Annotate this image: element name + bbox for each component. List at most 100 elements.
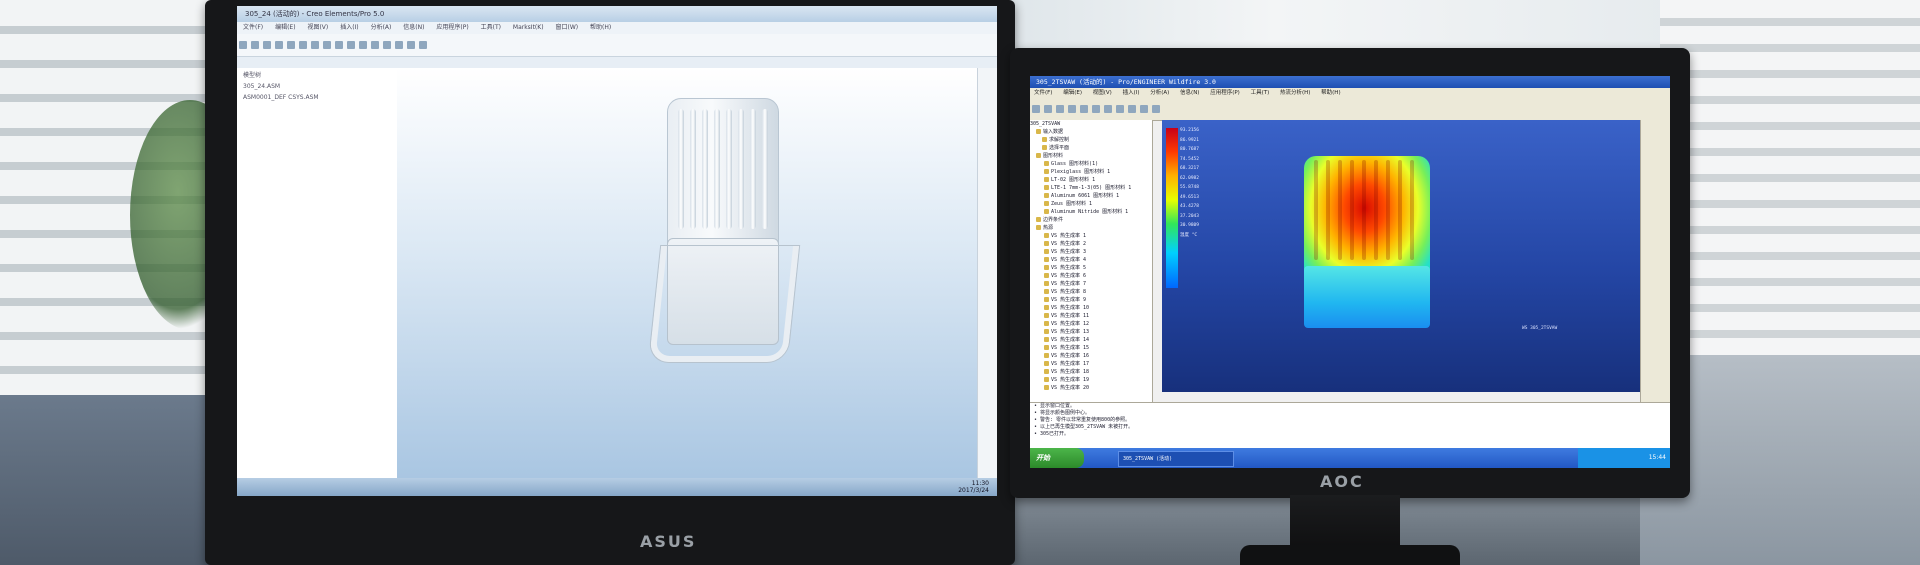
tree-item[interactable]: 选择平面 <box>1030 144 1152 152</box>
menu-info[interactable]: 信息(N) <box>403 24 424 31</box>
tree-item[interactable]: VS 热生成率 15 <box>1030 344 1152 352</box>
menu-marksit[interactable]: MarksIt(K) <box>513 24 544 31</box>
datum-plane-icon[interactable] <box>383 41 391 49</box>
creo-right-toolbar[interactable] <box>977 68 997 478</box>
orient-icon[interactable] <box>359 41 367 49</box>
redo-icon[interactable] <box>299 41 307 49</box>
animate-icon[interactable] <box>1152 105 1160 113</box>
save-icon[interactable] <box>1056 105 1064 113</box>
menu-insert[interactable]: 插入(I) <box>1123 90 1140 96</box>
refit-icon[interactable] <box>1116 105 1124 113</box>
new-icon[interactable] <box>239 41 247 49</box>
tree-item[interactable]: VS 热生成率 4 <box>1030 256 1152 264</box>
datum-axis-icon[interactable] <box>395 41 403 49</box>
print-icon[interactable] <box>1068 105 1076 113</box>
tree-item[interactable]: VS 热生成率 6 <box>1030 272 1152 280</box>
proe-right-toolbar[interactable] <box>1640 120 1670 402</box>
csys-icon[interactable] <box>419 41 427 49</box>
tree-root[interactable]: 305_2TSVAW <box>1030 120 1152 128</box>
taskbar-proe-window[interactable]: 305_2TSVAW (活动) <box>1118 451 1234 467</box>
menu-thermal-analysis[interactable]: 热流分析(H) <box>1280 90 1310 96</box>
zoom-in-icon[interactable] <box>1092 105 1100 113</box>
tree-item[interactable]: LT-02 图形材料 1 <box>1030 176 1152 184</box>
zoom-out-icon[interactable] <box>335 41 343 49</box>
tree-item[interactable]: VS 热生成率 11 <box>1030 312 1152 320</box>
tree-item[interactable]: VS 热生成率 8 <box>1030 288 1152 296</box>
taskbar-clock: 11:30 2017/3/24 <box>958 480 989 494</box>
heat-source-icon <box>1044 257 1049 262</box>
tree-item[interactable]: Aluminum Nitride 图形材料 1 <box>1030 208 1152 216</box>
tree-item[interactable]: 热源 <box>1030 224 1152 232</box>
menu-file[interactable]: 文件(F) <box>243 24 263 31</box>
tree-item[interactable]: VS 热生成率 3 <box>1030 248 1152 256</box>
menu-insert[interactable]: 插入(I) <box>340 24 358 31</box>
start-button[interactable]: 开始 <box>1030 448 1084 468</box>
regenerate-icon[interactable] <box>311 41 319 49</box>
legend-value: 49.6513 <box>1180 194 1199 200</box>
tree-item[interactable]: 边界条件 <box>1030 216 1152 224</box>
tree-item[interactable]: 图形材料 <box>1030 152 1152 160</box>
tree-item[interactable]: Aluminum 6061 图形材料 1 <box>1030 192 1152 200</box>
menu-edit[interactable]: 编辑(E) <box>1063 90 1082 96</box>
tree-item[interactable]: VS 热生成率 19 <box>1030 376 1152 384</box>
undo-icon[interactable] <box>287 41 295 49</box>
menu-applications[interactable]: 应用程序(P) <box>436 24 468 31</box>
save-icon[interactable] <box>263 41 271 49</box>
zoom-out-icon[interactable] <box>1104 105 1112 113</box>
menu-view[interactable]: 视图(V) <box>307 24 328 31</box>
menu-view[interactable]: 视图(V) <box>1093 90 1112 96</box>
tree-item[interactable]: Plexiglass 图形材料 1 <box>1030 168 1152 176</box>
tree-item[interactable]: VS 热生成率 16 <box>1030 352 1152 360</box>
tree-item[interactable]: VS 热生成率 12 <box>1030 320 1152 328</box>
tree-item[interactable]: VS 热生成率 7 <box>1030 280 1152 288</box>
tree-item[interactable]: Glass 图形材料(1) <box>1030 160 1152 168</box>
folder-icon <box>1036 129 1041 134</box>
menu-help[interactable]: 帮助(H) <box>1321 90 1340 96</box>
tree-item[interactable]: VS 热生成率 2 <box>1030 240 1152 248</box>
menu-applications[interactable]: 应用程序(P) <box>1210 90 1240 96</box>
menu-analysis[interactable]: 分析(A) <box>1150 90 1169 96</box>
menu-analysis[interactable]: 分析(A) <box>371 24 392 31</box>
tree-item[interactable]: VS 热生成率 5 <box>1030 264 1152 272</box>
repaint-icon[interactable] <box>1080 105 1088 113</box>
menu-tools[interactable]: 工具(T) <box>481 24 501 31</box>
new-icon[interactable] <box>1032 105 1040 113</box>
menu-help[interactable]: 帮助(H) <box>590 24 611 31</box>
refit-icon[interactable] <box>347 41 355 49</box>
menu-tools[interactable]: 工具(T) <box>1251 90 1270 96</box>
menu-window[interactable]: 窗口(W) <box>555 24 578 31</box>
material-icon <box>1044 161 1049 166</box>
creo-graphics-area[interactable] <box>397 68 977 478</box>
tree-item[interactable]: VS 热生成率 17 <box>1030 360 1152 368</box>
results-icon[interactable] <box>1140 105 1148 113</box>
model-tree-item[interactable]: 305_24.ASM <box>237 81 397 92</box>
menu-info[interactable]: 信息(N) <box>1180 90 1199 96</box>
tree-item[interactable]: VS 热生成率 1 <box>1030 232 1152 240</box>
orient-icon[interactable] <box>1128 105 1136 113</box>
heat-source-icon <box>1044 353 1049 358</box>
open-icon[interactable] <box>251 41 259 49</box>
shade-icon[interactable] <box>371 41 379 49</box>
legend-value: 37.2043 <box>1180 213 1199 219</box>
folder-icon <box>1036 153 1041 158</box>
menu-edit[interactable]: 编辑(E) <box>275 24 295 31</box>
tree-item[interactable]: 求解控制 <box>1030 136 1152 144</box>
tree-item[interactable]: Zeus 图形材料 1 <box>1030 200 1152 208</box>
print-icon[interactable] <box>275 41 283 49</box>
tree-item[interactable]: LTE-1 7mm-1-3(05) 图形材料 1 <box>1030 184 1152 192</box>
menu-file[interactable]: 文件(F) <box>1034 90 1052 96</box>
thermal-results-viewport[interactable]: 93.2156 86.9921 80.7687 74.5452 68.3217 … <box>1162 120 1640 392</box>
datum-point-icon[interactable] <box>407 41 415 49</box>
tree-item[interactable]: VS 热生成率 18 <box>1030 368 1152 376</box>
open-icon[interactable] <box>1044 105 1052 113</box>
folder-icon <box>1042 145 1047 150</box>
tree-item[interactable]: VS 热生成率 9 <box>1030 296 1152 304</box>
cubicle-partition-left <box>0 395 220 565</box>
zoom-in-icon[interactable] <box>323 41 331 49</box>
tree-item[interactable]: VS 热生成率 10 <box>1030 304 1152 312</box>
model-tree-item[interactable]: ASM0001_DEF CSYS.ASM <box>237 92 397 103</box>
tree-item[interactable]: VS 热生成率 14 <box>1030 336 1152 344</box>
tree-item[interactable]: VS 热生成率 13 <box>1030 328 1152 336</box>
tree-item[interactable]: 输入数据 <box>1030 128 1152 136</box>
tree-item[interactable]: VS 热生成率 20 <box>1030 384 1152 392</box>
